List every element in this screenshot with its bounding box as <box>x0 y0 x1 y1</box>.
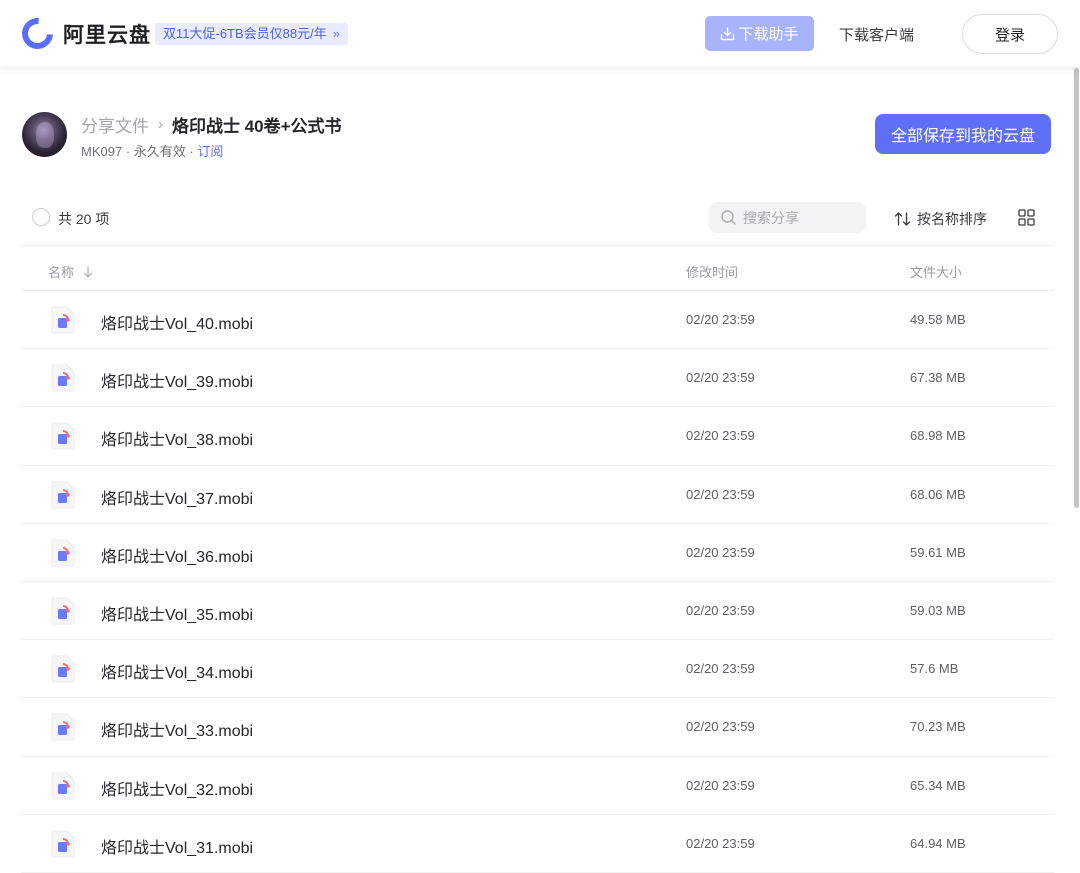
file-modified-time: 02/20 23:59 <box>686 777 755 793</box>
table-row[interactable]: 烙印战士Vol_32.mobi 02/20 23:59 65.34 MB <box>21 757 1054 815</box>
file-size: 59.03 MB <box>910 602 966 618</box>
search-placeholder: 搜索分享 <box>743 209 799 226</box>
column-header-time: 修改时间 <box>686 265 739 280</box>
file-modified-time: 02/20 23:59 <box>686 835 755 851</box>
file-name[interactable]: 烙印战士Vol_34.mobi <box>101 659 253 683</box>
select-all-checkbox[interactable] <box>32 208 50 226</box>
table-row[interactable]: 烙印战士Vol_35.mobi 02/20 23:59 59.03 MB <box>21 582 1054 641</box>
brand-name: 阿里云盘 <box>63 23 151 47</box>
file-name[interactable]: 烙印战士Vol_38.mobi <box>101 426 253 450</box>
file-size: 57.6 MB <box>910 661 959 677</box>
file-size: 67.38 MB <box>910 370 966 386</box>
share-meta: MK097 · 永久有效 · 订阅 <box>81 141 223 160</box>
ebook-file-icon <box>51 422 75 450</box>
ebook-file-icon <box>51 772 75 799</box>
subscribe-link[interactable]: 订阅 <box>197 144 223 159</box>
file-modified-time: 02/20 23:59 <box>686 370 755 386</box>
save-all-button[interactable]: 全部保存到我的云盘 <box>875 114 1051 154</box>
file-size: 70.23 MB <box>910 719 966 735</box>
download-helper-button[interactable]: 下载助手 <box>705 16 814 51</box>
file-size: 65.34 MB <box>910 777 966 793</box>
logo-icon <box>15 11 60 56</box>
promo-banner[interactable]: 双11大促-6TB会员仅88元/年 » <box>155 23 348 45</box>
file-modified-time: 02/20 23:59 <box>686 719 755 735</box>
file-modified-time: 02/20 23:59 <box>686 486 755 502</box>
file-name[interactable]: 烙印战士Vol_35.mobi <box>101 601 253 625</box>
search-icon <box>721 210 736 225</box>
file-name[interactable]: 烙印战士Vol_40.mobi <box>101 310 253 334</box>
file-size: 68.06 MB <box>910 486 966 502</box>
table-row[interactable]: 烙印战士Vol_38.mobi 02/20 23:59 68.98 MB <box>21 407 1054 466</box>
file-name[interactable]: 烙印战士Vol_33.mobi <box>101 717 253 741</box>
file-name[interactable]: 烙印战士Vol_39.mobi <box>101 368 253 392</box>
validity: 永久有效 <box>133 144 186 159</box>
file-size: 64.94 MB <box>910 835 966 851</box>
ebook-file-icon <box>51 306 75 334</box>
meta-separator: · <box>125 144 134 159</box>
ebook-file-icon <box>51 481 75 509</box>
breadcrumb-root[interactable]: 分享文件 <box>81 112 149 137</box>
download-helper-label: 下载助手 <box>738 26 799 43</box>
ebook-file-icon <box>51 830 75 858</box>
column-name-label: 名称 <box>48 265 75 280</box>
download-icon <box>721 26 735 40</box>
table-row[interactable]: 烙印战士Vol_37.mobi 02/20 23:59 68.06 MB <box>21 466 1054 524</box>
table-row[interactable]: 烙印战士Vol_39.mobi 02/20 23:59 67.38 MB <box>21 349 1054 408</box>
ebook-file-icon <box>51 713 75 741</box>
login-button[interactable]: 登录 <box>962 14 1058 54</box>
ebook-file-icon <box>51 539 75 567</box>
ebook-file-icon <box>51 655 75 683</box>
breadcrumb: 分享文件 › 烙印战士 40卷+公式书 <box>81 112 342 137</box>
table-row[interactable]: 烙印战士Vol_36.mobi 02/20 23:59 59.61 MB <box>21 524 1054 582</box>
file-modified-time: 02/20 23:59 <box>686 312 755 327</box>
file-name[interactable]: 烙印战士Vol_36.mobi <box>101 543 253 567</box>
download-client-link[interactable]: 下载客户端 <box>839 24 914 45</box>
share-header: 分享文件 › 烙印战士 40卷+公式书 MK097 · 永久有效 · 订阅 全部… <box>22 112 1052 162</box>
table-row[interactable]: 烙印战士Vol_40.mobi 02/20 23:59 49.58 MB <box>21 291 1054 350</box>
sort-button[interactable]: 按名称排序 <box>894 209 987 229</box>
file-modified-time: 02/20 23:59 <box>686 544 755 560</box>
file-modified-time: 02/20 23:59 <box>686 428 755 444</box>
share-title: 烙印战士 40卷+公式书 <box>172 117 342 136</box>
sort-icon <box>894 212 911 226</box>
scrollbar-thumb[interactable] <box>1074 68 1079 508</box>
column-header-name[interactable]: 名称 <box>48 262 93 281</box>
file-table: 名称 修改时间 文件大小 烙印战士Vol_40.mobi 02/20 23:59… <box>21 245 1054 873</box>
ebook-file-icon <box>51 364 75 392</box>
item-count: 共 20 项 <box>58 211 110 227</box>
file-size: 68.98 MB <box>910 428 966 444</box>
file-modified-time: 02/20 23:59 <box>686 661 755 677</box>
brand-logo[interactable]: 阿里云盘 <box>15 11 151 56</box>
table-row[interactable]: 烙印战士Vol_31.mobi 02/20 23:59 64.94 MB <box>21 815 1054 873</box>
promo-text: 双11大促-6TB会员仅88元/年 <box>163 26 327 41</box>
file-name[interactable]: 烙印战士Vol_37.mobi <box>101 485 253 509</box>
owner-name: MK097 <box>81 144 123 159</box>
top-bar: 阿里云盘 双11大促-6TB会员仅88元/年 » 下载助手 下载客户端 登录 <box>0 0 1080 68</box>
file-size: 49.58 MB <box>910 312 966 327</box>
avatar[interactable] <box>22 112 67 157</box>
file-size: 59.61 MB <box>910 544 966 560</box>
list-toolbar: 共 20 项 搜索分享 按名称排序 <box>30 202 1040 234</box>
table-header: 名称 修改时间 文件大小 <box>21 245 1054 291</box>
double-chevron-icon: » <box>332 26 340 41</box>
table-row[interactable]: 烙印战士Vol_34.mobi 02/20 23:59 57.6 MB <box>21 640 1054 699</box>
file-name[interactable]: 烙印战士Vol_31.mobi <box>101 834 253 858</box>
grid-view-icon[interactable] <box>1018 209 1035 226</box>
table-body: 烙印战士Vol_40.mobi 02/20 23:59 49.58 MB 烙印战… <box>21 291 1054 873</box>
chevron-right-icon: › <box>158 116 163 133</box>
file-name[interactable]: 烙印战士Vol_32.mobi <box>101 776 253 800</box>
column-header-size: 文件大小 <box>910 265 963 280</box>
ebook-file-icon <box>51 597 75 625</box>
search-input[interactable]: 搜索分享 <box>709 202 866 233</box>
arrow-down-icon <box>83 265 93 278</box>
sort-label: 按名称排序 <box>917 211 987 227</box>
table-row[interactable]: 烙印战士Vol_33.mobi 02/20 23:59 70.23 MB <box>21 698 1054 757</box>
file-modified-time: 02/20 23:59 <box>686 602 755 618</box>
